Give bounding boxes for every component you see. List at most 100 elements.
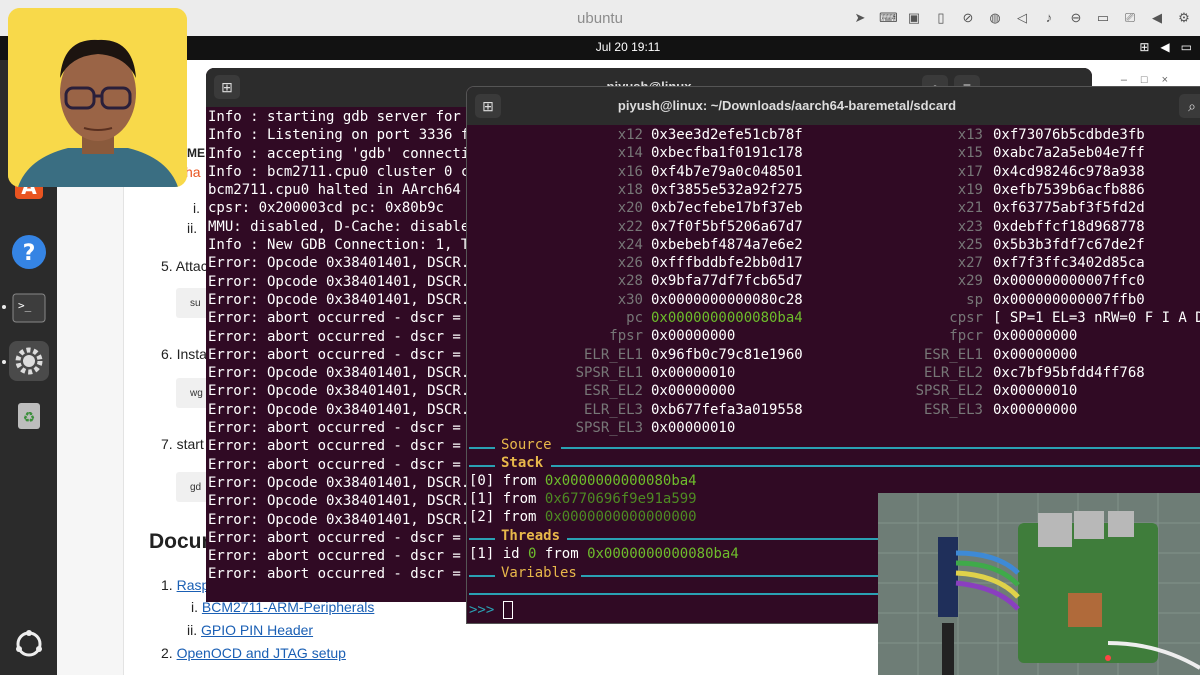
register-name: SPSR_EL1 — [575, 364, 643, 381]
gdb-prompt[interactable]: >>> — [469, 601, 513, 619]
register-name: x16 — [617, 163, 643, 180]
doc-sub-ii: ii. — [187, 220, 198, 236]
keyboard-icon[interactable]: ⌨ — [879, 9, 898, 27]
register-name: x21 — [957, 200, 983, 217]
register-value: 0x00000000 — [993, 401, 1078, 418]
register-value: 0x00000000 — [651, 383, 736, 400]
register-value: 0xf73076b5cdbde3fb — [993, 127, 1145, 143]
svg-text:♻: ♻ — [23, 410, 36, 426]
host-toolbar: ➤ ⌨ ▣ ▯ ⊘ ◍ ◁ ♪ ⊖ ▭ ⎚ ◀ ⚙ — [852, 9, 1192, 27]
register-name: x23 — [957, 218, 983, 235]
webcam-overlay — [8, 8, 187, 187]
system-tray[interactable]: ⊞ ◀ ▭ — [1139, 40, 1192, 54]
section-rule — [469, 465, 495, 467]
register-value: 0x0000000000080ba4 — [651, 310, 803, 326]
register-name: fpcr — [949, 328, 983, 345]
cursor-icon: ➤ — [854, 10, 866, 25]
register-value: 0x7f0f5bf5206a67d7 — [651, 218, 803, 235]
globe-icon[interactable]: ◍ — [987, 9, 1003, 27]
register-name: ELR_EL1 — [583, 346, 643, 363]
volume-icon[interactable]: ◁ — [1014, 9, 1030, 27]
register-value: 0xf3855e532a92f275 — [651, 181, 803, 198]
hardware-camera-overlay — [878, 493, 1200, 675]
show-apps-icon[interactable] — [9, 624, 49, 664]
register-name: x24 — [617, 236, 643, 253]
register-name: fpsr — [609, 328, 643, 345]
running-indicator — [2, 305, 6, 309]
section-variables: Variables — [501, 565, 577, 581]
register-name: x22 — [617, 218, 643, 235]
stack-frame: [1] from 0x6770696f9e91a599 — [469, 491, 697, 507]
register-value: 0xb677fefa3a019558 — [651, 401, 803, 418]
register-value: 0xfffbddbfe2bb0d17 — [651, 255, 803, 272]
register-name: x14 — [617, 145, 643, 162]
speaker-icon[interactable]: ◀ — [1160, 40, 1169, 54]
register-value: 0x96fb0c79c81e1960 — [651, 346, 803, 363]
stack-frame: [2] from 0x0000000000000000 — [469, 509, 697, 525]
section-rule — [469, 447, 495, 449]
terminal-headerbar: ⊞ piyush@linux: ~/Downloads/aarch64-bare… — [467, 87, 1200, 125]
settings-icon[interactable] — [9, 341, 49, 381]
svg-text:?: ? — [23, 241, 36, 266]
register-value: 0xc7bf95bfdd4ff768 — [993, 364, 1145, 381]
register-value: 0x4cd98246c978a938 — [993, 163, 1145, 180]
section-stack: Stack — [501, 455, 544, 471]
camera-icon[interactable]: ▭ — [1095, 9, 1111, 27]
terminal-icon[interactable]: >_ — [9, 288, 49, 328]
search-button[interactable]: ⌕ — [1179, 94, 1200, 118]
running-indicator — [2, 360, 6, 364]
register-value: 0xf7f3ffc3402d85ca — [993, 255, 1145, 272]
register-name: x20 — [617, 200, 643, 217]
register-value: 0x00000000 — [651, 328, 736, 345]
register-value: 0x00000010 — [993, 383, 1078, 400]
doc-list-2: 2. OpenOCD and JTAG setup — [161, 645, 346, 661]
register-name: x26 — [617, 255, 643, 272]
register-name: pc — [626, 310, 643, 326]
network-icon[interactable]: ⊞ — [1139, 40, 1149, 54]
register-name: x12 — [617, 127, 643, 143]
register-value: 0x3ee3d2efe51cb78f — [651, 127, 803, 143]
back-icon[interactable]: ◀ — [1149, 9, 1165, 27]
register-value: 0x00000010 — [651, 419, 736, 436]
register-name: x13 — [957, 127, 983, 143]
register-name: ESR_EL2 — [583, 383, 643, 400]
doc-link-openocd[interactable]: OpenOCD and JTAG setup — [177, 645, 346, 661]
register-name: SPSR_EL3 — [575, 419, 643, 436]
register-value: [ SP=1 EL=3 nRW=0 F I A D — [993, 310, 1200, 326]
register-value: 0x000000000007ffc0 — [993, 273, 1145, 290]
register-name: ELR_EL2 — [923, 364, 983, 381]
register-value: 0x0000000000080c28 — [651, 291, 803, 308]
window-controls[interactable]: –□× — [1121, 74, 1182, 86]
register-name: SPSR_EL2 — [915, 383, 983, 400]
help-icon[interactable]: ? — [9, 232, 49, 272]
register-value: 0x00000010 — [651, 364, 736, 381]
doc-bold-fragment: ME — [187, 146, 205, 160]
trash-icon[interactable]: ♻ — [9, 394, 49, 434]
drive-icon[interactable]: ⊖ — [1068, 9, 1084, 27]
register-value: 0xabc7a2a5eb04e7ff — [993, 145, 1145, 162]
section-rule — [551, 465, 1200, 467]
register-name: x29 — [957, 273, 983, 290]
mic-off-icon[interactable]: ⊘ — [960, 9, 976, 27]
doc-step-5: 5. Attac — [161, 258, 208, 274]
register-value: 0x9bfa77df7fcb65d7 — [651, 273, 803, 290]
doc-step-6: 6. Insta — [161, 346, 207, 362]
cpu-icon[interactable]: ▣ — [906, 9, 922, 27]
register-value: 0xb7ecfebe17bf37eb — [651, 200, 803, 217]
register-value: 0x5b3b3fdf7c67de2f — [993, 236, 1145, 253]
register-name: x18 — [617, 181, 643, 198]
register-name: x25 — [957, 236, 983, 253]
doc-link-gpio[interactable]: GPIO PIN Header — [201, 622, 313, 638]
display-icon[interactable]: ⎚ — [1122, 9, 1138, 27]
raspberry-pi-board-video — [878, 493, 1200, 675]
section-rule — [469, 538, 495, 540]
usb-icon[interactable]: ▯ — [933, 9, 949, 27]
section-threads: Threads — [501, 528, 561, 544]
gear-icon[interactable]: ⚙ — [1176, 9, 1192, 27]
register-name: x17 — [957, 163, 983, 180]
section-rule — [469, 575, 495, 577]
microphone-icon[interactable]: ♪ — [1041, 9, 1057, 27]
register-name: x19 — [957, 181, 983, 198]
battery-icon[interactable]: ▭ — [1181, 40, 1192, 54]
thread-entry: [1] id 0 from 0x0000000000080ba4 — [469, 546, 739, 562]
